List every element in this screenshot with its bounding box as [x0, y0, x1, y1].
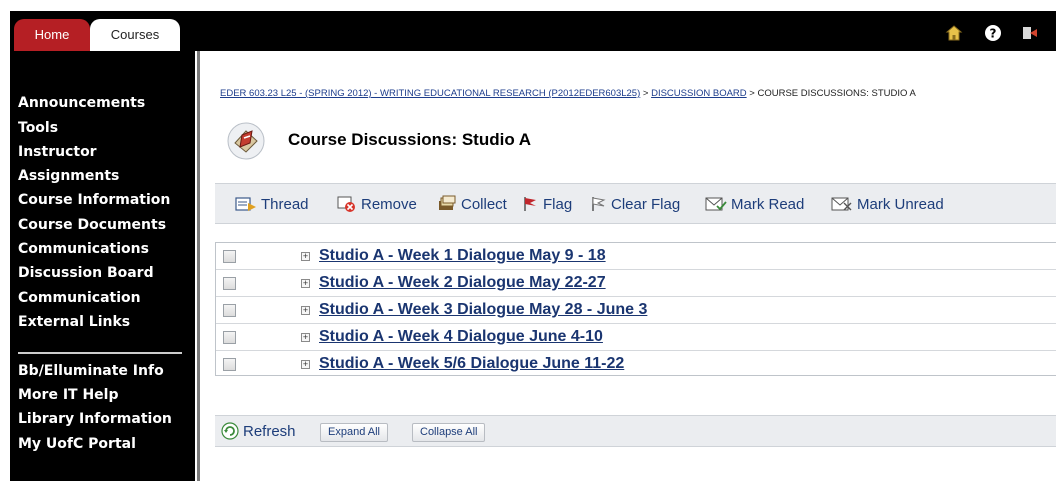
- help-icon[interactable]: ?: [984, 24, 1002, 42]
- collapse-all-button[interactable]: Collapse All: [412, 423, 486, 442]
- expand-icon[interactable]: +: [301, 252, 310, 261]
- remove-icon: [337, 196, 355, 212]
- expand-icon[interactable]: +: [301, 360, 310, 369]
- discussion-forum-icon: [226, 121, 266, 161]
- tab-courses-label: Courses: [110, 27, 160, 42]
- list-item: + Studio A - Week 1 Dialogue May 9 - 18: [216, 243, 1056, 270]
- action-toolbar: Thread Remove Collect Flag Clear Flag Ma…: [215, 183, 1056, 224]
- thread-link[interactable]: Studio A - Week 1 Dialogue May 9 - 18: [319, 247, 606, 265]
- expand-icon[interactable]: +: [301, 306, 310, 315]
- breadcrumb-board-link[interactable]: DISCUSSION BOARD: [651, 88, 747, 99]
- sidebar-item-discussion-board[interactable]: Discussion Board: [18, 265, 154, 281]
- top-header: Home Courses ?: [10, 11, 1056, 51]
- sidebar-item-announcements[interactable]: Announcements: [18, 95, 145, 111]
- expand-icon[interactable]: +: [301, 279, 310, 288]
- sidebar-item-external-links[interactable]: External Links: [18, 314, 130, 330]
- breadcrumb-course-link[interactable]: EDER 603.23 L25 - (SPRING 2012) - WRITIN…: [220, 88, 640, 99]
- sidebar-item-tools[interactable]: Tools: [18, 120, 58, 136]
- page-title: Course Discussions: Studio A: [288, 130, 532, 149]
- sidebar-item-communication[interactable]: Communication: [18, 290, 141, 306]
- refresh-icon: [221, 422, 239, 440]
- mark-unread-button[interactable]: Mark Unread: [831, 194, 944, 214]
- sidebar-edge: [197, 51, 200, 481]
- mark-read-button[interactable]: Mark Read: [705, 194, 804, 214]
- logout-icon[interactable]: [1021, 24, 1039, 42]
- tab-courses[interactable]: Courses: [90, 19, 180, 51]
- tab-home-label: Home: [34, 27, 70, 42]
- breadcrumb-separator: >: [746, 88, 758, 99]
- row-checkbox[interactable]: [223, 277, 236, 290]
- thread-list: + Studio A - Week 1 Dialogue May 9 - 18 …: [215, 242, 1056, 376]
- row-checkbox[interactable]: [223, 304, 236, 317]
- list-item: + Studio A - Week 5/6 Dialogue June 11-2…: [216, 351, 1056, 378]
- breadcrumb-separator: >: [640, 88, 652, 99]
- sidebar-item-portal[interactable]: My UofC Portal: [18, 436, 136, 452]
- flag-button[interactable]: Flag: [521, 194, 572, 214]
- bottom-toolbar: Refresh Expand All Collapse All: [215, 415, 1056, 447]
- remove-button[interactable]: Remove: [337, 194, 417, 214]
- clear-flag-icon: [592, 197, 606, 211]
- flag-button-label: Flag: [543, 195, 573, 213]
- course-menu: Announcements Tools Instructor Assignmen…: [10, 51, 195, 481]
- thread-button[interactable]: Thread: [235, 194, 309, 214]
- svg-text:?: ?: [990, 27, 997, 41]
- mark-unread-icon: [831, 197, 852, 211]
- clear-flag-button[interactable]: Clear Flag: [589, 194, 680, 214]
- thread-link[interactable]: Studio A - Week 4 Dialogue June 4-10: [319, 328, 603, 346]
- expand-icon[interactable]: +: [301, 333, 310, 342]
- row-checkbox[interactable]: [223, 358, 236, 371]
- remove-button-label: Remove: [361, 195, 417, 213]
- sidebar-item-instructor[interactable]: Instructor: [18, 144, 97, 160]
- list-item: + Studio A - Week 2 Dialogue May 22-27: [216, 270, 1056, 297]
- sidebar-item-communications[interactable]: Communications: [18, 241, 149, 257]
- thread-link[interactable]: Studio A - Week 5/6 Dialogue June 11-22: [319, 355, 624, 373]
- sidebar-divider: [18, 352, 182, 354]
- refresh-label: Refresh: [243, 422, 296, 440]
- new-thread-icon: [235, 197, 256, 211]
- mark-unread-button-label: Mark Unread: [857, 195, 944, 213]
- collect-icon: [439, 195, 456, 210]
- mark-read-icon: [705, 197, 727, 211]
- list-item: + Studio A - Week 4 Dialogue June 4-10: [216, 324, 1056, 351]
- sidebar-item-bb-elluminate[interactable]: Bb/Elluminate Info: [18, 363, 164, 379]
- sidebar-item-library[interactable]: Library Information: [18, 411, 172, 427]
- collect-button[interactable]: Collect: [437, 194, 507, 214]
- thread-link[interactable]: Studio A - Week 2 Dialogue May 22-27: [319, 274, 606, 292]
- thread-button-label: Thread: [261, 195, 309, 213]
- flag-icon: [524, 197, 536, 211]
- list-item: + Studio A - Week 3 Dialogue May 28 - Ju…: [216, 297, 1056, 324]
- sidebar-item-course-documents[interactable]: Course Documents: [18, 217, 166, 233]
- sidebar-item-it-help[interactable]: More IT Help: [18, 387, 119, 403]
- tab-home[interactable]: Home: [14, 19, 90, 51]
- expand-all-button[interactable]: Expand All: [320, 423, 388, 442]
- breadcrumb-current: COURSE DISCUSSIONS: STUDIO A: [757, 88, 916, 99]
- home-icon[interactable]: [945, 24, 963, 42]
- row-checkbox[interactable]: [223, 331, 236, 344]
- sidebar-item-course-information[interactable]: Course Information: [18, 192, 170, 208]
- mark-read-button-label: Mark Read: [731, 195, 805, 213]
- breadcrumb: EDER 603.23 L25 - (SPRING 2012) - WRITIN…: [220, 88, 1056, 99]
- clear-flag-button-label: Clear Flag: [611, 195, 681, 213]
- sidebar-item-assignments[interactable]: Assignments: [18, 168, 119, 184]
- top-strip: [0, 0, 1056, 11]
- refresh-button[interactable]: Refresh: [221, 422, 296, 440]
- thread-link[interactable]: Studio A - Week 3 Dialogue May 28 - June…: [319, 301, 647, 319]
- row-checkbox[interactable]: [223, 250, 236, 263]
- collect-button-label: Collect: [461, 195, 507, 213]
